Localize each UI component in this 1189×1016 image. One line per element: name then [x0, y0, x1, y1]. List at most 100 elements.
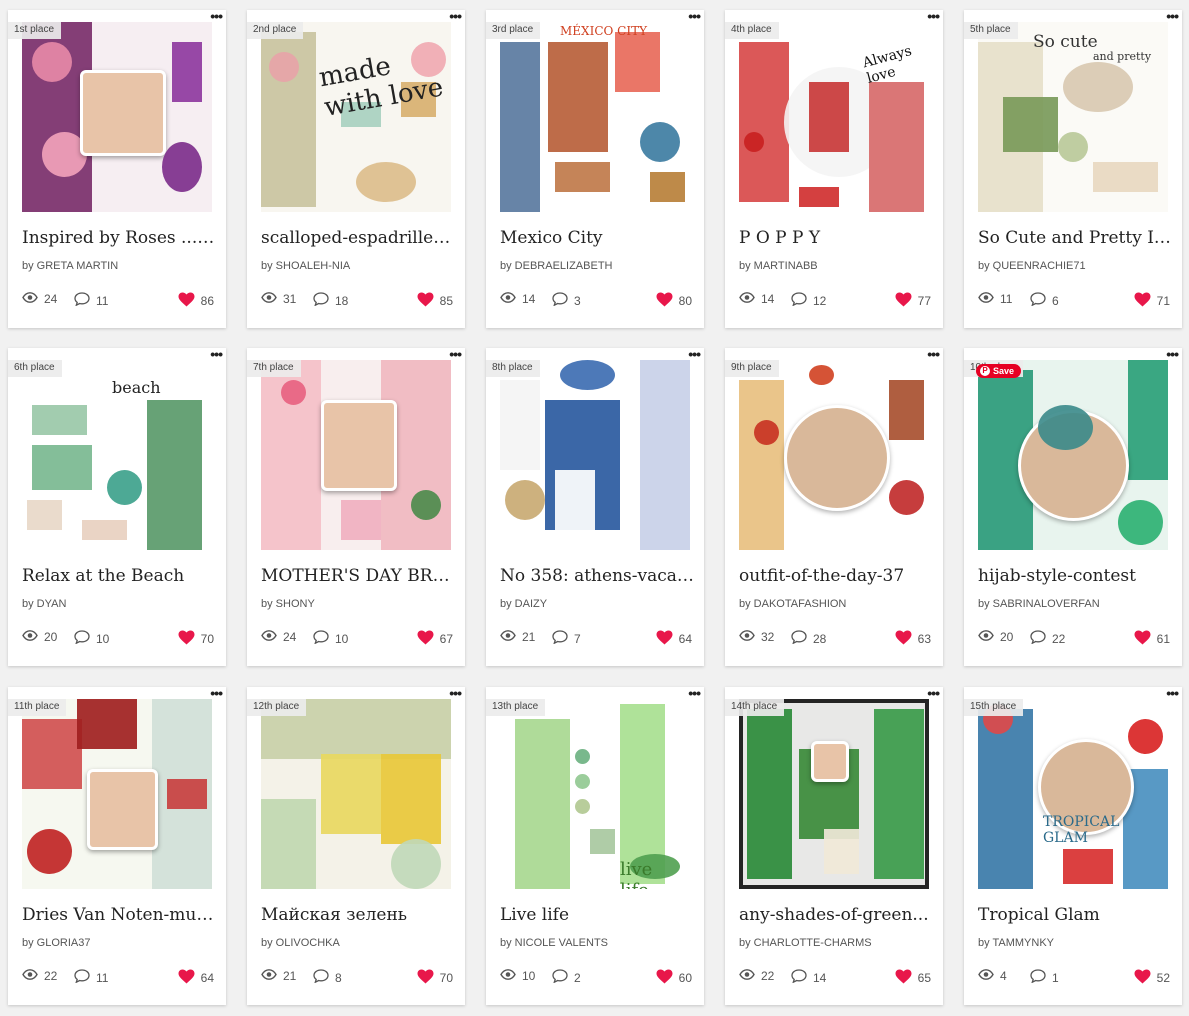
- entry-title[interactable]: Dries Van Noten-mules: [22, 905, 218, 925]
- entry-author[interactable]: by DAIZY: [500, 598, 547, 610]
- more-dots-icon[interactable]: •••: [1166, 9, 1179, 23]
- likes-stat[interactable]: 70: [178, 630, 214, 648]
- heart-icon[interactable]: [178, 630, 201, 648]
- more-dots-icon[interactable]: •••: [1166, 686, 1179, 700]
- heart-icon[interactable]: [417, 630, 440, 648]
- entry-thumbnail[interactable]: [22, 22, 212, 212]
- contest-entry-card[interactable]: So cute and pretty 5th place ••• So Cute …: [964, 9, 1182, 328]
- more-dots-icon[interactable]: •••: [688, 347, 701, 361]
- contest-entry-card[interactable]: Always love 4th place ••• P O P P Y by M…: [725, 9, 943, 328]
- heart-icon[interactable]: [895, 292, 918, 310]
- comments-stat[interactable]: 10: [74, 630, 109, 647]
- likes-stat[interactable]: 70: [417, 969, 453, 987]
- entry-author[interactable]: by GLORIA37: [22, 937, 90, 949]
- contest-entry-card[interactable]: 10th place PSave ••• hijab-style-contest…: [964, 347, 1182, 666]
- heart-icon[interactable]: [1134, 969, 1157, 987]
- contest-entry-card[interactable]: live life. 13th place ••• Live life by N…: [486, 686, 704, 1005]
- heart-icon[interactable]: [1134, 630, 1157, 648]
- entry-title[interactable]: Inspired by Roses ... 2...: [22, 228, 218, 248]
- entry-thumbnail[interactable]: [261, 360, 451, 550]
- heart-icon[interactable]: [417, 292, 440, 310]
- likes-stat[interactable]: 86: [178, 292, 214, 310]
- comments-stat[interactable]: 3: [552, 292, 581, 309]
- heart-icon[interactable]: [656, 630, 679, 648]
- heart-icon[interactable]: [656, 969, 679, 987]
- more-dots-icon[interactable]: •••: [1166, 347, 1179, 361]
- contest-entry-card[interactable]: made with love 2nd place ••• scalloped-e…: [247, 9, 465, 328]
- likes-stat[interactable]: 64: [178, 969, 214, 987]
- entry-title[interactable]: any-shades-of-green...: [739, 905, 935, 925]
- more-dots-icon[interactable]: •••: [927, 347, 940, 361]
- entry-thumbnail[interactable]: TROPICAL GLAM: [978, 699, 1168, 889]
- contest-entry-card[interactable]: 8th place ••• No 358: athens-vacati... b…: [486, 347, 704, 666]
- comments-stat[interactable]: 14: [791, 969, 826, 986]
- entry-author[interactable]: by SABRINALOVERFAN: [978, 598, 1100, 610]
- comments-stat[interactable]: 28: [791, 630, 826, 647]
- likes-stat[interactable]: 65: [895, 969, 931, 987]
- entry-author[interactable]: by CHARLOTTE-CHARMS: [739, 937, 872, 949]
- contest-entry-card[interactable]: 9th place ••• outfit-of-the-day-37 by DA…: [725, 347, 943, 666]
- likes-stat[interactable]: 64: [656, 630, 692, 648]
- likes-stat[interactable]: 85: [417, 292, 453, 310]
- entry-title[interactable]: hijab-style-contest: [978, 566, 1174, 586]
- entry-author[interactable]: by DEBRAELIZABETH: [500, 260, 612, 272]
- entry-author[interactable]: by DAKOTAFASHION: [739, 598, 846, 610]
- more-dots-icon[interactable]: •••: [688, 686, 701, 700]
- entry-author[interactable]: by DYAN: [22, 598, 66, 610]
- comments-stat[interactable]: 1: [1030, 969, 1059, 986]
- entry-thumbnail[interactable]: [978, 360, 1168, 550]
- comments-stat[interactable]: 11: [74, 292, 108, 309]
- entry-author[interactable]: by NICOLE VALENTS: [500, 937, 608, 949]
- entry-title[interactable]: So Cute and Pretty In...: [978, 228, 1174, 248]
- entry-author[interactable]: by TAMMYNKY: [978, 937, 1054, 949]
- heart-icon[interactable]: [417, 969, 440, 987]
- entry-thumbnail[interactable]: [261, 699, 451, 889]
- contest-entry-card[interactable]: beach 6th place ••• Relax at the Beach b…: [8, 347, 226, 666]
- comments-stat[interactable]: 22: [1030, 630, 1065, 647]
- contest-entry-card[interactable]: 7th place ••• MOTHER'S DAY BRU... by SHO…: [247, 347, 465, 666]
- comments-stat[interactable]: 11: [74, 969, 108, 986]
- entry-title[interactable]: No 358: athens-vacati...: [500, 566, 696, 586]
- likes-stat[interactable]: 67: [417, 630, 453, 648]
- entry-title[interactable]: Relax at the Beach: [22, 566, 218, 586]
- entry-author[interactable]: by MARTINABB: [739, 260, 818, 272]
- entry-title[interactable]: Mexico City: [500, 228, 696, 248]
- entry-thumbnail[interactable]: [739, 699, 929, 889]
- entry-title[interactable]: outfit-of-the-day-37: [739, 566, 935, 586]
- entry-thumbnail[interactable]: So cute and pretty: [978, 22, 1168, 212]
- entry-thumbnail[interactable]: beach: [22, 360, 212, 550]
- more-dots-icon[interactable]: •••: [688, 9, 701, 23]
- comments-stat[interactable]: 10: [313, 630, 348, 647]
- more-dots-icon[interactable]: •••: [210, 347, 223, 361]
- entry-title[interactable]: Майская зелень: [261, 905, 457, 925]
- contest-entry-card[interactable]: TROPICAL GLAM 15th place ••• Tropical Gl…: [964, 686, 1182, 1005]
- comments-stat[interactable]: 18: [313, 292, 348, 309]
- entry-author[interactable]: by QUEENRACHIE71: [978, 260, 1086, 272]
- contest-entry-card[interactable]: 14th place ••• any-shades-of-green... by…: [725, 686, 943, 1005]
- more-dots-icon[interactable]: •••: [210, 686, 223, 700]
- comments-stat[interactable]: 12: [791, 292, 826, 309]
- contest-entry-card[interactable]: 1st place ••• Inspired by Roses ... 2...…: [8, 9, 226, 328]
- likes-stat[interactable]: 60: [656, 969, 692, 987]
- more-dots-icon[interactable]: •••: [210, 9, 223, 23]
- more-dots-icon[interactable]: •••: [449, 9, 462, 23]
- likes-stat[interactable]: 77: [895, 292, 931, 310]
- comments-stat[interactable]: 7: [552, 630, 581, 647]
- more-dots-icon[interactable]: •••: [927, 9, 940, 23]
- contest-entry-card[interactable]: 12th place ••• Майская зелень by OLIVOCH…: [247, 686, 465, 1005]
- more-dots-icon[interactable]: •••: [449, 686, 462, 700]
- comments-stat[interactable]: 2: [552, 969, 581, 986]
- entry-title[interactable]: scalloped-espadrilles...: [261, 228, 457, 248]
- likes-stat[interactable]: 63: [895, 630, 931, 648]
- heart-icon[interactable]: [895, 969, 918, 987]
- heart-icon[interactable]: [656, 292, 679, 310]
- likes-stat[interactable]: 61: [1134, 630, 1170, 648]
- entry-thumbnail[interactable]: [500, 360, 690, 550]
- heart-icon[interactable]: [895, 630, 918, 648]
- entry-title[interactable]: Tropical Glam: [978, 905, 1174, 925]
- entry-author[interactable]: by GRETA MARTIN: [22, 260, 118, 272]
- entry-thumbnail[interactable]: Always love: [739, 22, 929, 212]
- entry-author[interactable]: by SHONY: [261, 598, 315, 610]
- entry-title[interactable]: P O P P Y: [739, 228, 935, 248]
- comments-stat[interactable]: 6: [1030, 292, 1059, 309]
